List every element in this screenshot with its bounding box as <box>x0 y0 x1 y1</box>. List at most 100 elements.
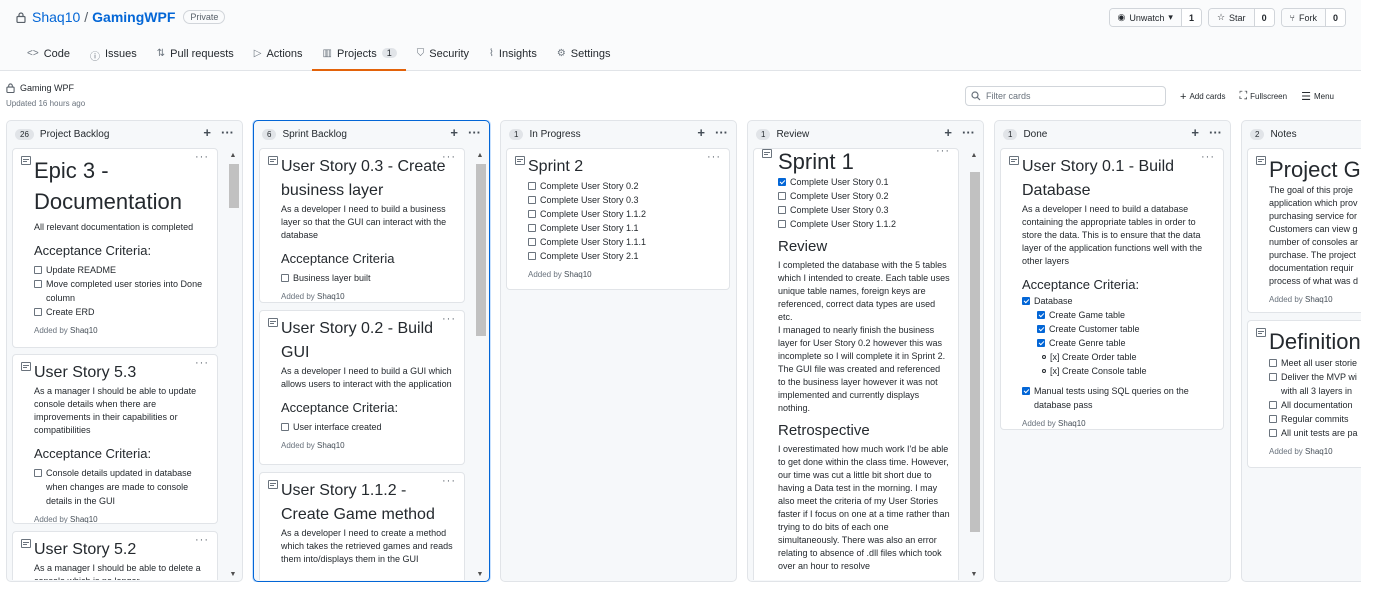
added-by-user[interactable]: Shaq10 <box>1305 447 1333 456</box>
task-checkbox[interactable] <box>528 252 536 260</box>
card-user-story-5-3[interactable]: ··· User Story 5.3 As a manager I should… <box>12 354 218 524</box>
task-checkbox[interactable] <box>778 206 786 214</box>
task-checkbox[interactable] <box>1269 359 1277 367</box>
menu-button[interactable]: ☰ Menu <box>1301 90 1334 103</box>
column-menu-dots-icon[interactable]: ··· <box>962 125 975 140</box>
card-user-story-0-2[interactable]: ··· User Story 0.2 - Build GUI As a deve… <box>259 310 465 465</box>
added-by-user[interactable]: Shaq10 <box>70 326 98 335</box>
unwatch-button[interactable]: ◉ Unwatch ▾ <box>1109 9 1182 26</box>
card-menu-dots-icon[interactable]: ··· <box>442 313 456 325</box>
card-sprint-1[interactable]: ··· Sprint 1 Complete User Story 0.1 Com… <box>753 148 959 580</box>
added-by-user[interactable]: Shaq10 <box>1305 295 1333 304</box>
scroll-up-arrow-icon[interactable]: ▲ <box>229 152 237 160</box>
task-checkbox[interactable] <box>281 274 289 282</box>
column-menu-dots-icon[interactable]: ··· <box>715 125 728 140</box>
fullscreen-button[interactable]: ⛶ Fullscreen <box>1239 90 1287 103</box>
task-checkbox[interactable] <box>1269 373 1277 381</box>
fork-button[interactable]: ⑂ Fork <box>1281 9 1326 26</box>
task-checkbox[interactable] <box>528 182 536 190</box>
add-cards-button[interactable]: + Add cards <box>1180 90 1225 103</box>
column-cards: Project Go The goal of this proje applic… <box>1247 148 1361 580</box>
add-card-plus-icon[interactable]: + <box>1191 125 1199 140</box>
task-checkbox[interactable] <box>528 224 536 232</box>
task-checkbox[interactable] <box>1269 401 1277 409</box>
card-menu-dots-icon[interactable]: ··· <box>936 149 950 157</box>
card-epic-3[interactable]: ··· Epic 3 - Documentation All relevant … <box>12 148 218 348</box>
tab-projects[interactable]: ▥ Projects 1 <box>311 42 406 71</box>
add-card-plus-icon[interactable]: + <box>450 125 458 140</box>
add-card-plus-icon[interactable]: + <box>697 125 705 140</box>
column-menu-dots-icon[interactable]: ··· <box>1209 125 1222 140</box>
task-checkbox-checked[interactable] <box>1022 297 1030 305</box>
task-checkbox[interactable] <box>528 238 536 246</box>
tab-actions[interactable]: ▷ Actions <box>243 42 312 71</box>
card-menu-dots-icon[interactable]: ··· <box>1201 151 1215 163</box>
card-menu-dots-icon[interactable]: ··· <box>442 475 456 487</box>
scroll-down-arrow-icon[interactable]: ▼ <box>970 571 978 579</box>
task-checkbox[interactable] <box>778 220 786 228</box>
scroll-down-arrow-icon[interactable]: ▼ <box>476 571 484 579</box>
add-card-plus-icon[interactable]: + <box>203 125 211 140</box>
card-user-story-0-3[interactable]: ··· User Story 0.3 - Create business lay… <box>259 148 465 303</box>
added-by-user[interactable]: Shaq10 <box>564 270 592 279</box>
star-count[interactable]: 0 <box>1254 9 1274 26</box>
card-menu-dots-icon[interactable]: ··· <box>707 151 721 163</box>
task-checkbox[interactable] <box>528 210 536 218</box>
task-checkbox[interactable] <box>34 266 42 274</box>
task-label: Business layer built <box>293 273 371 283</box>
watch-count[interactable]: 1 <box>1181 9 1201 26</box>
repo-owner-link[interactable]: Shaq10 <box>32 9 80 25</box>
task-checkbox[interactable] <box>281 423 289 431</box>
column-scrollbar[interactable]: ▲ ▼ <box>968 152 980 579</box>
scroll-thumb[interactable] <box>970 172 980 532</box>
column-menu-dots-icon[interactable]: ··· <box>221 125 234 140</box>
added-by-user[interactable]: Shaq10 <box>1058 419 1086 428</box>
scroll-down-arrow-icon[interactable]: ▼ <box>229 571 237 579</box>
card-menu-dots-icon[interactable]: ··· <box>195 534 209 546</box>
task-checkbox[interactable] <box>1269 415 1277 423</box>
repo-name-link[interactable]: GamingWPF <box>92 9 175 25</box>
task-checkbox[interactable] <box>528 196 536 204</box>
filter-cards-input[interactable]: Filter cards <box>965 86 1166 106</box>
card-definition-of-done[interactable]: Definition Meet all user storie Deliver … <box>1247 320 1361 468</box>
added-by-user[interactable]: Shaq10 <box>317 292 345 301</box>
column-project-backlog: 26 Project Backlog + ··· ··· Epic 3 - Do… <box>6 120 243 582</box>
scroll-thumb[interactable] <box>476 164 486 336</box>
column-scrollbar[interactable]: ▲ ▼ <box>227 152 239 579</box>
task-checkbox[interactable] <box>1269 429 1277 437</box>
scroll-up-arrow-icon[interactable]: ▲ <box>970 152 978 160</box>
star-button[interactable]: ☆ Star <box>1208 9 1255 26</box>
task-checkbox-checked[interactable] <box>778 178 786 186</box>
column-scrollbar[interactable]: ▲ ▼ <box>474 152 486 579</box>
task-checkbox-checked[interactable] <box>1037 339 1045 347</box>
card-menu-dots-icon[interactable]: ··· <box>195 357 209 369</box>
fork-count[interactable]: 0 <box>1325 9 1345 26</box>
tab-issues[interactable]: ⓘ Issues <box>79 42 146 71</box>
task-checkbox[interactable] <box>778 192 786 200</box>
column-review: 1 Review + ··· ··· Sprint 1 Complete Use… <box>747 120 984 582</box>
card-menu-dots-icon[interactable]: ··· <box>195 151 209 163</box>
add-card-plus-icon[interactable]: + <box>944 125 952 140</box>
card-menu-dots-icon[interactable]: ··· <box>442 151 456 163</box>
task-checkbox-checked[interactable] <box>1022 387 1030 395</box>
task-checkbox-checked[interactable] <box>1037 311 1045 319</box>
card-user-story-0-1[interactable]: ··· User Story 0.1 - Build Database As a… <box>1000 148 1224 430</box>
tab-code[interactable]: <> Code <box>16 42 79 71</box>
scroll-up-arrow-icon[interactable]: ▲ <box>476 152 484 160</box>
task-checkbox[interactable] <box>34 308 42 316</box>
task-checkbox[interactable] <box>34 280 42 288</box>
scroll-thumb[interactable] <box>229 164 239 208</box>
tab-settings[interactable]: ⚙ Settings <box>546 42 620 71</box>
card-user-story-1-1-2[interactable]: ··· User Story 1.1.2 - Create Game metho… <box>259 472 465 580</box>
tab-insights[interactable]: ⌇ Insights <box>478 42 546 71</box>
card-project-goal[interactable]: Project Go The goal of this proje applic… <box>1247 148 1361 313</box>
task-checkbox[interactable] <box>34 469 42 477</box>
tab-security[interactable]: ⛉ Security <box>406 42 478 71</box>
added-by-user[interactable]: Shaq10 <box>317 441 345 450</box>
added-by-user[interactable]: Shaq10 <box>70 515 98 523</box>
card-sprint-2[interactable]: ··· Sprint 2 Complete User Story 0.2 Com… <box>506 148 730 290</box>
column-menu-dots-icon[interactable]: ··· <box>468 125 481 140</box>
tab-pull-requests[interactable]: ⇅ Pull requests <box>146 42 243 71</box>
task-checkbox-checked[interactable] <box>1037 325 1045 333</box>
card-user-story-5-2[interactable]: ··· User Story 5.2 As a manager I should… <box>12 531 218 580</box>
